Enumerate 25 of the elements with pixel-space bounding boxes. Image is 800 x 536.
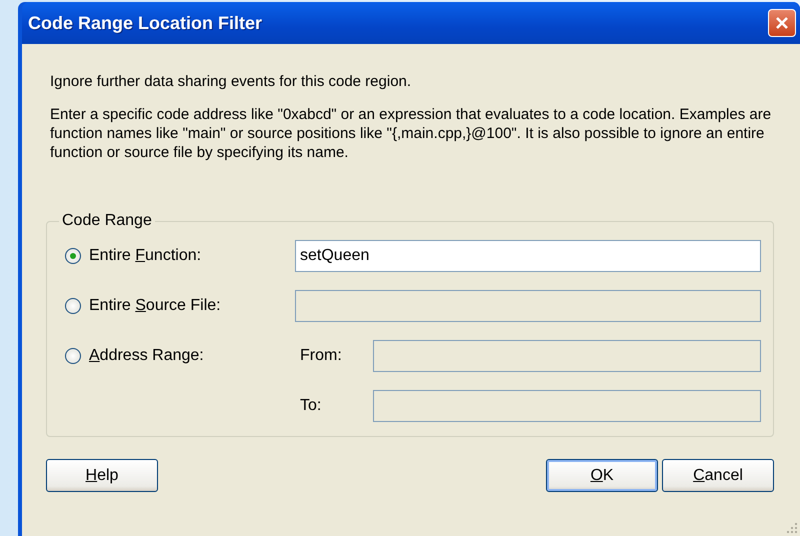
radio-label: Entire Source File: bbox=[89, 297, 221, 315]
description-text: Enter a specific code address like "0xabcd" or an expression that evaluates to a code location. Examples are function names like "main" or source positions like "{,main.cpp,}@100". It is also possible to ignore an entire function or source file by specifying its name. bbox=[50, 105, 772, 162]
intro-text: Ignore further data sharing events for this code region. bbox=[50, 72, 412, 91]
to-label: To: bbox=[299, 397, 322, 415]
radio-option[interactable]: Entire Function: bbox=[65, 247, 295, 265]
dialog-button[interactable]: Cancel bbox=[662, 459, 774, 492]
radio-button[interactable] bbox=[65, 298, 81, 314]
close-button[interactable] bbox=[768, 9, 796, 37]
default-button[interactable]: OK bbox=[546, 459, 658, 492]
radio-option[interactable]: Entire Source File: bbox=[65, 297, 295, 315]
to-field[interactable] bbox=[373, 390, 761, 422]
group-title: Code Range bbox=[61, 212, 153, 230]
close-icon bbox=[774, 15, 790, 31]
radio-button[interactable] bbox=[65, 348, 81, 364]
window-title: Code Range Location Filter bbox=[28, 12, 262, 34]
from-label: From: bbox=[299, 347, 343, 365]
text-field[interactable] bbox=[295, 290, 761, 322]
radio-label: Entire Function: bbox=[89, 247, 202, 265]
radio-label: Address Range: bbox=[89, 347, 204, 365]
radio-button[interactable] bbox=[65, 248, 81, 264]
resize-grip-icon[interactable] bbox=[786, 522, 798, 534]
from-field[interactable] bbox=[373, 340, 761, 372]
radio-option[interactable]: Address Range: bbox=[65, 347, 295, 365]
dialog-button[interactable]: Help bbox=[46, 459, 158, 492]
text-field[interactable]: setQueen bbox=[295, 240, 761, 272]
